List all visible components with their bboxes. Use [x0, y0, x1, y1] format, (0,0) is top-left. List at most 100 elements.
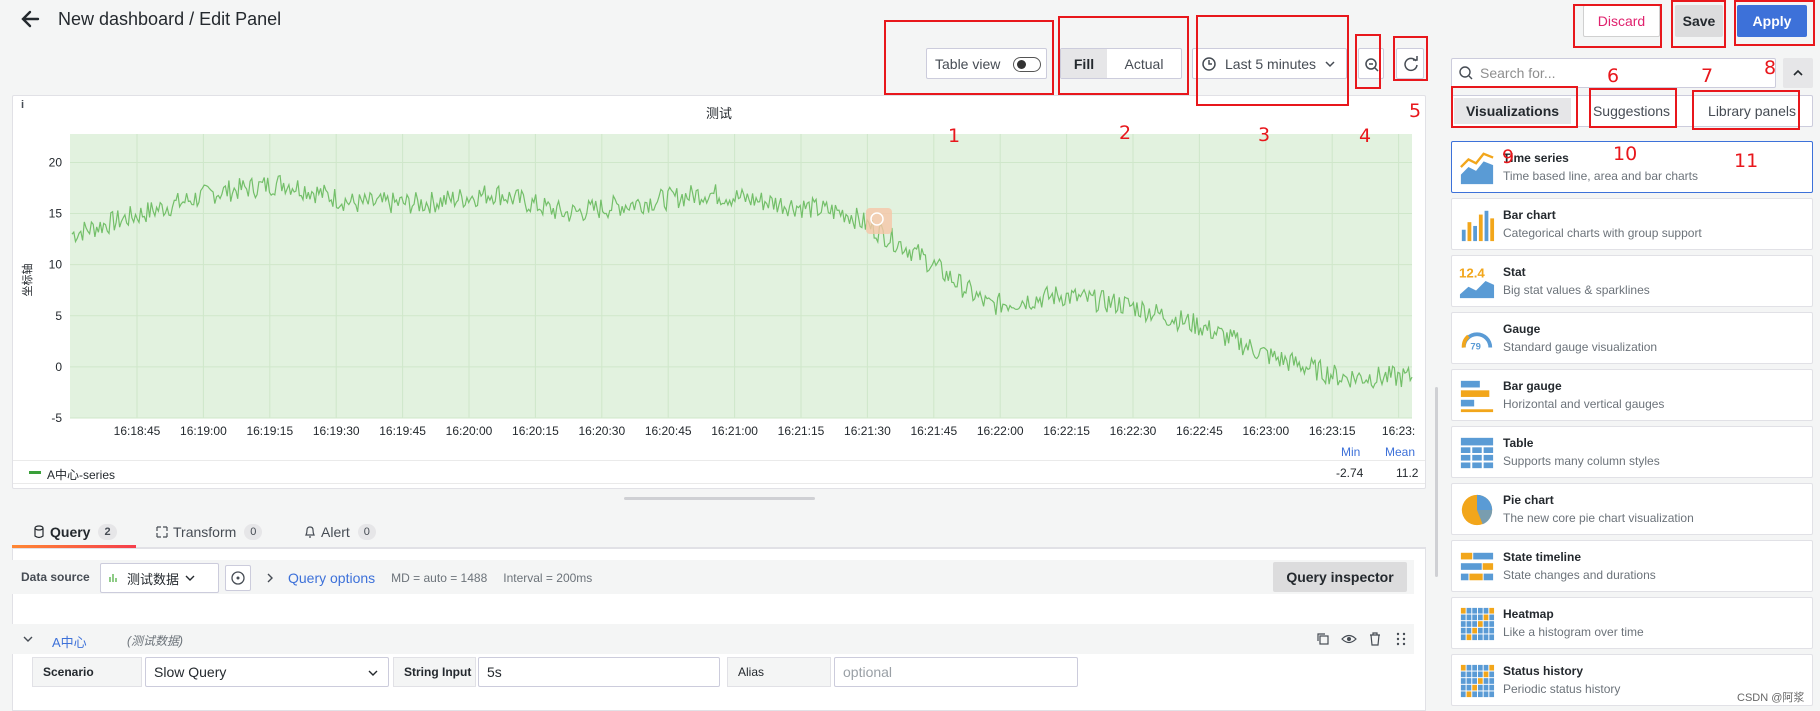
visualization-tabs: Visualizations Suggestions Library panel…	[1451, 95, 1813, 127]
tab-transform[interactable]: Transform 0	[151, 518, 263, 546]
tab-visualizations[interactable]: Visualizations	[1454, 98, 1571, 124]
visualization-name: Heatmap	[1503, 607, 1554, 621]
alias-input[interactable]: optional	[834, 657, 1078, 687]
visualization-search-input[interactable]: Search for...	[1451, 58, 1776, 88]
legend-min-value: -2.74	[1336, 466, 1364, 480]
copy-icon[interactable]	[1315, 631, 1331, 647]
query-options-interval: Interval = 200ms	[503, 571, 593, 585]
tab-alert-count: 0	[357, 524, 376, 540]
tab-suggestions[interactable]: Suggestions	[1584, 98, 1679, 124]
actual-option[interactable]: Actual	[1107, 49, 1181, 78]
apply-button[interactable]: Apply	[1737, 5, 1807, 37]
legend-mean-value: 11.2	[1396, 466, 1419, 480]
y-tick-label: 20	[49, 155, 63, 169]
scrollbar[interactable]	[1435, 387, 1438, 577]
trash-icon[interactable]	[1367, 631, 1383, 647]
pane-splitter[interactable]	[624, 497, 815, 500]
y-tick-label: 0	[55, 360, 62, 374]
x-tick-label: 16:21:30	[844, 424, 891, 438]
visualization-item-gauge[interactable]: 79 Gauge Standard gauge visualization	[1451, 312, 1813, 364]
y-tick-label: 10	[49, 258, 63, 272]
data-source-help-button[interactable]	[225, 565, 251, 591]
time-series-chart[interactable]: 20 15 10 5 0 -5 16:18:45 16:19:00 16:19:15 16:19:…	[13, 96, 1427, 460]
query-row-header: A中心 (测试数据)	[12, 624, 1414, 654]
x-tick-label: 16:19:15	[246, 424, 293, 438]
tab-query-label: Query	[50, 524, 91, 540]
visualization-item-heatmap[interactable]: Heatmap Like a histogram over time	[1451, 597, 1813, 649]
cursor-marker	[866, 208, 892, 234]
query-name[interactable]: A中心	[52, 632, 87, 651]
y-tick-label: 5	[55, 309, 62, 323]
x-tick-label: 16:20:00	[446, 424, 493, 438]
visualization-description: Categorical charts with group support	[1503, 226, 1702, 240]
x-tick-label: 16:19:30	[313, 424, 360, 438]
zoom-out-button[interactable]	[1358, 48, 1384, 79]
collapse-sidebar-button[interactable]	[1783, 58, 1813, 88]
visualization-item-state-timeline[interactable]: State timeline State changes and duration…	[1451, 540, 1813, 592]
table-view-toggle[interactable]: Table view	[926, 48, 1047, 79]
legend: A中心-series Min Mean -2.74 11.2	[13, 445, 1425, 484]
arrow-left-icon[interactable]	[18, 6, 44, 32]
eye-icon[interactable]	[1341, 631, 1357, 647]
string-input-label: String Input	[393, 657, 476, 687]
y-axis-label: 坐标轴	[20, 264, 34, 297]
tab-library-panels[interactable]: Library panels	[1697, 98, 1807, 124]
data-source-label: Data source	[21, 570, 90, 584]
state-timeline-icon	[1460, 552, 1494, 581]
legend-series-name[interactable]: A中心-series	[47, 466, 115, 483]
fill-option[interactable]: Fill	[1061, 49, 1107, 78]
question-circle-icon	[231, 571, 245, 585]
x-tick-label: 16:20:30	[578, 424, 625, 438]
drag-handle-icon[interactable]	[1393, 631, 1409, 647]
visualization-item-bar-chart[interactable]: Bar chart Categorical charts with group s…	[1451, 198, 1813, 250]
visualization-description: Big stat values & sparklines	[1503, 283, 1650, 297]
page-title: New dashboard / Edit Panel	[58, 9, 282, 29]
visualization-item-pie-chart[interactable]: Pie chart The new core pie chart visualiz…	[1451, 483, 1813, 535]
visualization-item-table[interactable]: Table Supports many column styles	[1451, 426, 1813, 478]
chevron-down-icon[interactable]	[18, 624, 38, 654]
refresh-button[interactable]	[1396, 48, 1424, 79]
x-tick-label: 16:22:00	[977, 424, 1024, 438]
discard-button[interactable]: Discard	[1583, 5, 1660, 37]
string-input-field[interactable]: 5s	[478, 657, 720, 687]
visualization-name: Bar gauge	[1503, 379, 1562, 393]
visualization-name: Stat	[1503, 265, 1526, 279]
x-tick-label: 16:20:15	[512, 424, 559, 438]
save-button[interactable]: Save	[1675, 5, 1723, 37]
visualization-description: Periodic status history	[1503, 682, 1621, 696]
visualization-item-stat[interactable]: 12.4 Stat Big stat values & sparklines	[1451, 255, 1813, 307]
visualization-item-time-series[interactable]: Time series Time based line, area and bar…	[1451, 141, 1813, 193]
watermark: CSDN @阿浆	[1737, 692, 1805, 704]
query-options-md: MD = auto = 1488	[391, 571, 488, 585]
time-range-picker[interactable]: Last 5 minutes	[1192, 48, 1347, 79]
legend-min-header[interactable]: Min	[1341, 445, 1360, 459]
query-options[interactable]: Query options MD = auto = 1488 Interval …	[260, 563, 1140, 593]
visualization-name: State timeline	[1503, 550, 1582, 564]
visualization-description: Like a histogram over time	[1503, 625, 1644, 639]
refresh-icon	[1404, 56, 1418, 72]
visualization-name: Bar chart	[1503, 208, 1556, 222]
x-tick-label: 16:23:	[1382, 424, 1415, 438]
visualization-description: Supports many column styles	[1503, 454, 1660, 468]
pie-chart-icon	[1461, 494, 1493, 526]
visualization-description: Time based line, area and bar charts	[1503, 169, 1698, 183]
legend-mean-header[interactable]: Mean	[1385, 445, 1415, 459]
x-tick-label: 16:23:15	[1309, 424, 1356, 438]
table-icon	[1460, 437, 1494, 469]
data-source-value: 测试数据	[127, 571, 180, 587]
visualization-item-bar-gauge[interactable]: Bar gauge Horizontal and vertical gauges	[1451, 369, 1813, 421]
query-inspector-button[interactable]: Query inspector	[1273, 562, 1407, 592]
data-source-select[interactable]: 测试数据	[100, 563, 219, 593]
toggle-switch[interactable]	[1013, 57, 1041, 72]
plot-area	[70, 134, 1412, 418]
editor-tabs: Query 2 Transform 0 Alert 0	[12, 514, 1426, 548]
query-options-label[interactable]: Query options	[288, 570, 375, 586]
clock-icon	[1202, 56, 1216, 71]
scenario-select[interactable]: Slow Query	[145, 657, 389, 687]
x-tick-label: 16:20:45	[645, 424, 692, 438]
scenario-label: Scenario	[32, 657, 142, 687]
chevron-up-icon	[1793, 69, 1803, 76]
tab-query[interactable]: Query 2	[28, 518, 117, 546]
x-tick-label: 16:21:15	[778, 424, 825, 438]
tab-alert[interactable]: Alert 0	[299, 518, 376, 546]
